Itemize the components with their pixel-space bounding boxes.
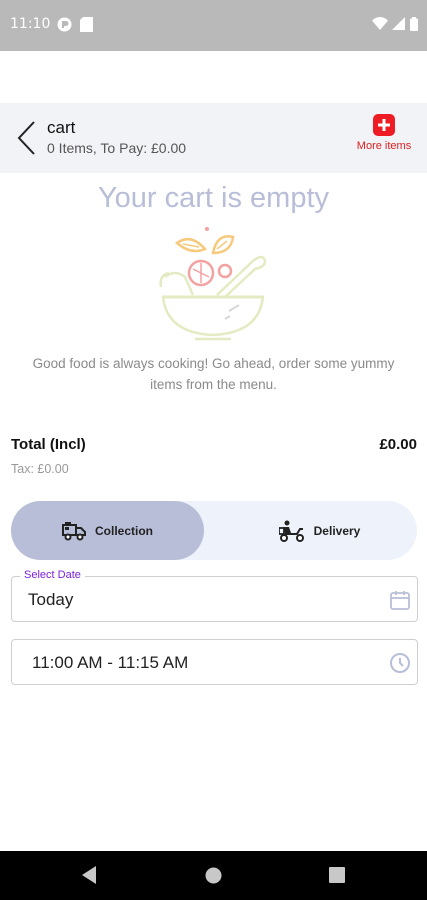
empty-cart-title: Your cart is empty (97, 182, 330, 214)
back-arrow-icon[interactable] (14, 119, 40, 157)
truck-icon (61, 521, 86, 540)
delivery-label: Delivery (313, 523, 361, 538)
signal-icon (392, 17, 405, 30)
order-type-toggle: Collection Delivery (11, 501, 417, 560)
sd-card-icon (80, 17, 93, 32)
time-slot-field[interactable]: 11:00 AM - 11:15 AM (11, 639, 418, 685)
clock-icon[interactable] (389, 652, 411, 674)
collection-label: Collection (94, 523, 153, 538)
select-date-label: Select Date (20, 569, 85, 581)
collection-option[interactable]: Collection (11, 501, 204, 560)
notification-app-icon (57, 17, 72, 32)
empty-cart-message: Good food is always cooking! Go ahead, o… (32, 356, 395, 392)
status-time: 11:10 (10, 16, 51, 32)
time-slot-value: 11:00 AM - 11:15 AM (32, 653, 189, 672)
salad-bowl-illustration (159, 227, 267, 341)
total-value: £0.00 (379, 436, 417, 453)
date-value: Today (28, 590, 74, 609)
wifi-icon (372, 17, 388, 30)
delivery-scooter-icon (278, 520, 304, 542)
nav-back-icon[interactable] (81, 865, 97, 885)
tax-label: Tax: £0.00 (11, 462, 69, 476)
system-navigation-bar (0, 851, 427, 900)
nav-recents-icon[interactable] (329, 867, 345, 883)
battery-icon (410, 17, 418, 31)
plus-icon (373, 114, 395, 136)
total-label: Total (Incl) (11, 436, 86, 453)
more-items-label: More items (356, 140, 412, 152)
more-items-button[interactable]: More items (349, 114, 419, 160)
status-bar: 11:10 (0, 0, 427, 51)
app-top-spacer (0, 51, 427, 103)
delivery-option[interactable]: Delivery (222, 501, 417, 560)
calendar-icon[interactable] (389, 589, 411, 611)
page-title: cart (47, 118, 76, 137)
cart-summary: 0 Items, To Pay: £0.00 (47, 140, 187, 156)
nav-home-icon[interactable] (205, 867, 222, 884)
select-date-field[interactable]: Select Date Today (11, 569, 418, 622)
